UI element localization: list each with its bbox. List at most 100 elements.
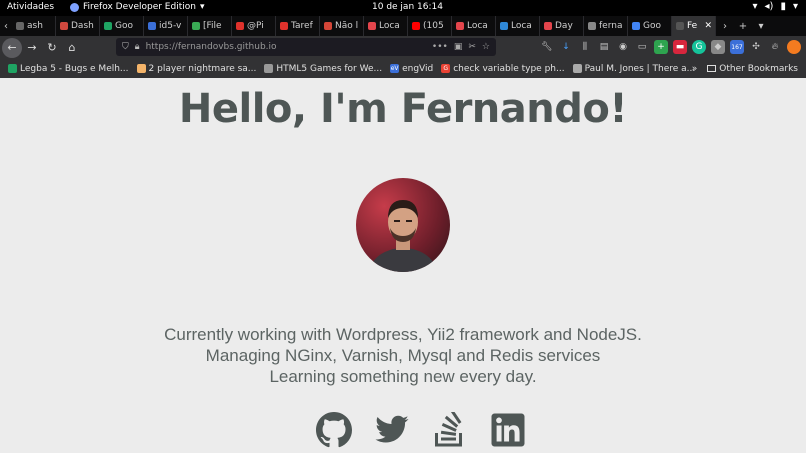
tab-scroll-left-icon[interactable]: ‹ — [0, 21, 12, 32]
bookmark-item[interactable]: 2 player nightmare sa... — [136, 63, 257, 74]
chevron-down-icon: ▾ — [199, 2, 205, 12]
extension-orange-icon[interactable] — [787, 40, 801, 54]
browser-tab[interactable]: Loca — [364, 16, 408, 36]
shield-icon[interactable]: ⛉ — [122, 42, 129, 52]
lock-icon[interactable]: 🔒︎ — [135, 42, 140, 52]
browser-tab[interactable]: ferna — [584, 16, 628, 36]
tab-favicon-icon — [16, 22, 24, 30]
tab-favicon-icon — [236, 22, 244, 30]
reload-button[interactable]: ↻ — [42, 38, 62, 58]
intro-line-1: Currently working with Wordpress, Yii2 f… — [164, 325, 642, 344]
linkedin-icon — [491, 413, 525, 447]
volume-icon: ◂) — [764, 1, 774, 12]
browser-tab[interactable]: id5-v — [144, 16, 188, 36]
browser-tab[interactable]: Fe ✕ — [672, 16, 716, 36]
url-bar[interactable]: ⛉ 🔒︎ https://fernandovbs.github.io ••• ▣… — [116, 38, 496, 56]
tab-favicon-icon — [412, 22, 420, 30]
avatar-portrait — [369, 200, 437, 272]
clock[interactable]: 10 de jan 16:14 — [372, 2, 443, 12]
close-tab-icon[interactable]: ✕ — [704, 21, 712, 31]
tab-label: id5-v — [159, 21, 182, 31]
bookmark-item[interactable]: eV engVid — [390, 64, 433, 74]
tab-favicon-icon — [588, 22, 596, 30]
forward-button[interactable]: → — [22, 38, 42, 58]
bookmark-item[interactable]: Legba 5 - Bugs e Melh... — [8, 64, 129, 74]
new-tab-button[interactable]: + — [734, 21, 752, 32]
browser-tab[interactable]: Loca — [496, 16, 540, 36]
tab-favicon-icon — [368, 22, 376, 30]
bookmark-label: Paul M. Jones | There a... — [584, 63, 696, 74]
tab-label: ferna — [599, 21, 623, 31]
bookmark-item[interactable]: Gcheck variable type ph... — [441, 64, 565, 74]
bookmark-favicon-icon — [8, 64, 17, 73]
tab-label: ash — [27, 21, 43, 31]
account-icon[interactable]: ◉ — [616, 40, 630, 54]
browser-tab[interactable]: @Pi — [232, 16, 276, 36]
screenshot-icon[interactable]: ✂ — [468, 42, 476, 52]
app-menu[interactable]: Firefox Developer Edition ▾ — [70, 2, 204, 12]
chevron-down-icon: ▾ — [792, 1, 798, 12]
home-button[interactable]: ⌂ — [62, 38, 82, 58]
tab-scroll-right-icon[interactable]: › — [716, 21, 734, 32]
app-name: Firefox Developer Edition — [83, 2, 196, 12]
wrench-icon[interactable]: 🔧︎ — [540, 40, 554, 54]
page-actions-icon[interactable]: ••• — [432, 42, 448, 52]
tab-label: @Pi — [247, 21, 264, 31]
browser-tab[interactable]: Goo — [628, 16, 672, 36]
back-button[interactable]: ← — [2, 37, 22, 58]
download-icon[interactable]: ↓ — [559, 40, 573, 54]
activities-button[interactable]: Atividades — [7, 2, 54, 12]
tab-favicon-icon — [324, 22, 332, 30]
bookmark-favicon-icon: eV — [390, 64, 400, 73]
list-all-tabs-icon[interactable]: ▾ — [752, 21, 770, 32]
tab-label: [File — [203, 21, 222, 31]
social-links — [316, 409, 526, 448]
bookmark-item[interactable]: Paul M. Jones | There a... — [572, 63, 696, 74]
system-top-bar: Atividades Firefox Developer Edition ▾ 1… — [0, 0, 806, 16]
browser-tab[interactable]: Day — [540, 16, 584, 36]
library-icon[interactable]: ⫼ — [578, 40, 592, 54]
browser-tab[interactable]: ash — [12, 16, 56, 36]
react-icon[interactable]: ✣ — [749, 40, 763, 54]
browser-tab[interactable]: Não l — [320, 16, 364, 36]
bookmarks-bar: Legba 5 - Bugs e Melh... 2 player nightma… — [0, 59, 806, 78]
tab-favicon-icon — [544, 22, 552, 30]
browser-tab[interactable]: [File — [188, 16, 232, 36]
more-bookmarks-icon[interactable]: » — [692, 64, 698, 74]
extension-green-icon[interactable]: + — [654, 40, 668, 54]
tab-favicon-icon — [148, 22, 156, 30]
browser-tab[interactable]: Dash — [56, 16, 100, 36]
bookmark-star-icon[interactable]: ☆ — [482, 42, 490, 52]
tab-favicon-icon — [104, 22, 112, 30]
extension-red-icon[interactable]: ▬ — [673, 40, 687, 54]
extension-blue-icon[interactable]: 167 — [730, 40, 744, 54]
bookmark-label: 2 player nightmare sa... — [148, 63, 257, 74]
github-link[interactable] — [316, 412, 352, 448]
intro-line-3: Learning something new every day. — [269, 367, 537, 386]
system-tray[interactable]: ▾ ◂) ▮ ▾ — [753, 1, 799, 12]
page-title: Hello, I'm Fernando! — [178, 86, 628, 132]
tab-label: Loca — [467, 21, 488, 31]
tab-label: Não l — [335, 21, 359, 31]
pocket-icon[interactable]: ▣ — [454, 42, 463, 52]
tab-bar: ‹ ash Dash Goo id5-v [File @Pi Taref Não l Loca (… — [0, 16, 806, 36]
extension-gray-icon[interactable]: ◆ — [711, 40, 725, 54]
other-bookmarks[interactable]: Other Bookmarks — [707, 64, 798, 74]
browser-tab[interactable]: Taref — [276, 16, 320, 36]
tab-favicon-icon — [676, 22, 684, 30]
sidebar-icon[interactable]: ▤ — [597, 40, 611, 54]
grammarly-icon[interactable]: G — [692, 40, 706, 54]
browser-tab[interactable]: Loca — [452, 16, 496, 36]
bookmark-label: HTML5 Games for We... — [276, 63, 383, 74]
browser-tab[interactable]: (105 — [408, 16, 452, 36]
bookmark-label: Legba 5 - Bugs e Melh... — [20, 63, 129, 74]
linkedin-link[interactable] — [490, 412, 526, 448]
stackoverflow-link[interactable] — [432, 409, 468, 448]
browser-tab[interactable]: Goo — [100, 16, 144, 36]
tab-label: Goo — [115, 21, 133, 31]
extension-flame-icon[interactable]: 🔥︎ — [768, 40, 782, 54]
tab-favicon-icon — [60, 22, 68, 30]
twitter-link[interactable] — [374, 412, 410, 448]
sync-icon[interactable]: ▭ — [635, 40, 649, 54]
bookmark-item[interactable]: HTML5 Games for We... — [264, 64, 382, 74]
